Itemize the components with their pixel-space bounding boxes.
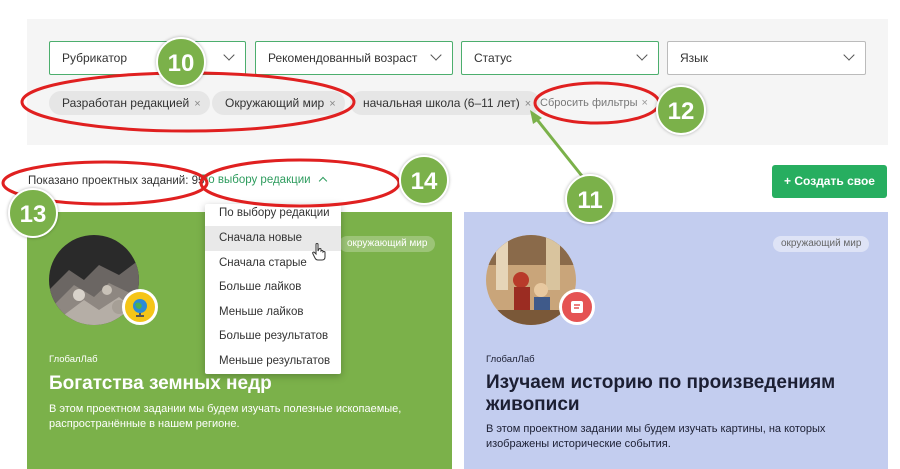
scroll-icon bbox=[559, 289, 595, 325]
card-description: В этом проектном задании мы будем изучат… bbox=[49, 403, 402, 430]
close-icon[interactable]: × bbox=[329, 98, 335, 110]
filter-chip-age[interactable]: начальная школа (6–11 лет) × bbox=[350, 91, 541, 115]
plus-icon: + bbox=[784, 174, 792, 188]
rubricator-select-label: Рубрикатор bbox=[62, 51, 128, 65]
filter-chip-editorial[interactable]: Разработан редакцией × bbox=[49, 91, 210, 115]
reset-filters-label: Сбросить фильтры bbox=[540, 97, 638, 109]
sort-option[interactable]: Больше результатов bbox=[205, 324, 341, 349]
sort-option[interactable]: Больше лайков bbox=[205, 275, 341, 300]
chevron-up-icon bbox=[318, 176, 327, 186]
sort-button-label: По выбору редакции bbox=[200, 174, 311, 186]
project-card[interactable]: окружающий мир ГлобалЛаб Изучаем историю… bbox=[464, 212, 888, 469]
card-title[interactable]: Богатства земных недр bbox=[49, 373, 439, 395]
sort-dropdown: По выбору редакции Сначала новые Сначала… bbox=[205, 204, 341, 374]
rubricator-select[interactable]: Рубрикатор bbox=[49, 41, 246, 75]
page: Рубрикатор Рекомендованный возраст Стату… bbox=[0, 0, 900, 469]
status-select[interactable]: Статус bbox=[461, 41, 659, 75]
card-title[interactable]: Изучаем историю по произведениям живопис… bbox=[486, 372, 866, 416]
results-count: Показано проектных заданий: 95 bbox=[28, 175, 205, 187]
reset-filters-button[interactable]: Сбросить фильтры × bbox=[533, 91, 648, 115]
hand-cursor-icon bbox=[312, 243, 326, 266]
card-author: ГлобалЛаб bbox=[49, 354, 98, 365]
sort-option[interactable]: Меньше лайков bbox=[205, 300, 341, 325]
status-select-label: Статус bbox=[474, 51, 512, 65]
create-project-button[interactable]: + Создать свое bbox=[772, 165, 887, 198]
subject-tag: окружающий мир bbox=[339, 236, 436, 252]
filter-chip-subject[interactable]: Окружающий мир × bbox=[212, 91, 345, 115]
chevron-down-icon bbox=[430, 49, 442, 61]
globe-icon bbox=[122, 289, 158, 325]
sort-option[interactable]: По выбору редакции bbox=[205, 204, 341, 226]
language-select[interactable]: Язык bbox=[667, 41, 866, 75]
create-project-label: Создать свое bbox=[794, 174, 875, 188]
chevron-down-icon bbox=[843, 49, 855, 61]
sort-option[interactable]: Меньше результатов bbox=[205, 349, 341, 374]
card-description: В этом проектном задании мы будем изучат… bbox=[486, 423, 826, 450]
close-icon: × bbox=[641, 97, 648, 109]
card-author: ГлобалЛаб bbox=[486, 354, 535, 365]
marker-10: 10 bbox=[156, 37, 206, 87]
filter-chip-label: начальная школа (6–11 лет) bbox=[363, 96, 520, 110]
marker-13: 13 bbox=[8, 188, 58, 238]
age-select[interactable]: Рекомендованный возраст bbox=[255, 41, 453, 75]
close-icon[interactable]: × bbox=[194, 98, 200, 110]
filter-chip-label: Окружающий мир bbox=[225, 96, 325, 110]
sort-button[interactable]: По выбору редакции bbox=[200, 174, 327, 186]
subject-tag: окружающий мир bbox=[773, 236, 870, 252]
age-select-label: Рекомендованный возраст bbox=[268, 51, 418, 65]
chevron-down-icon bbox=[223, 49, 235, 61]
filter-panel bbox=[27, 19, 888, 145]
marker-12: 12 bbox=[656, 85, 706, 135]
language-select-label: Язык bbox=[680, 51, 709, 65]
filter-chip-label: Разработан редакцией bbox=[62, 96, 190, 110]
marker-14: 14 bbox=[399, 155, 449, 205]
chevron-down-icon bbox=[636, 49, 648, 61]
marker-11: 11 bbox=[565, 174, 615, 224]
close-icon[interactable]: × bbox=[525, 98, 531, 110]
